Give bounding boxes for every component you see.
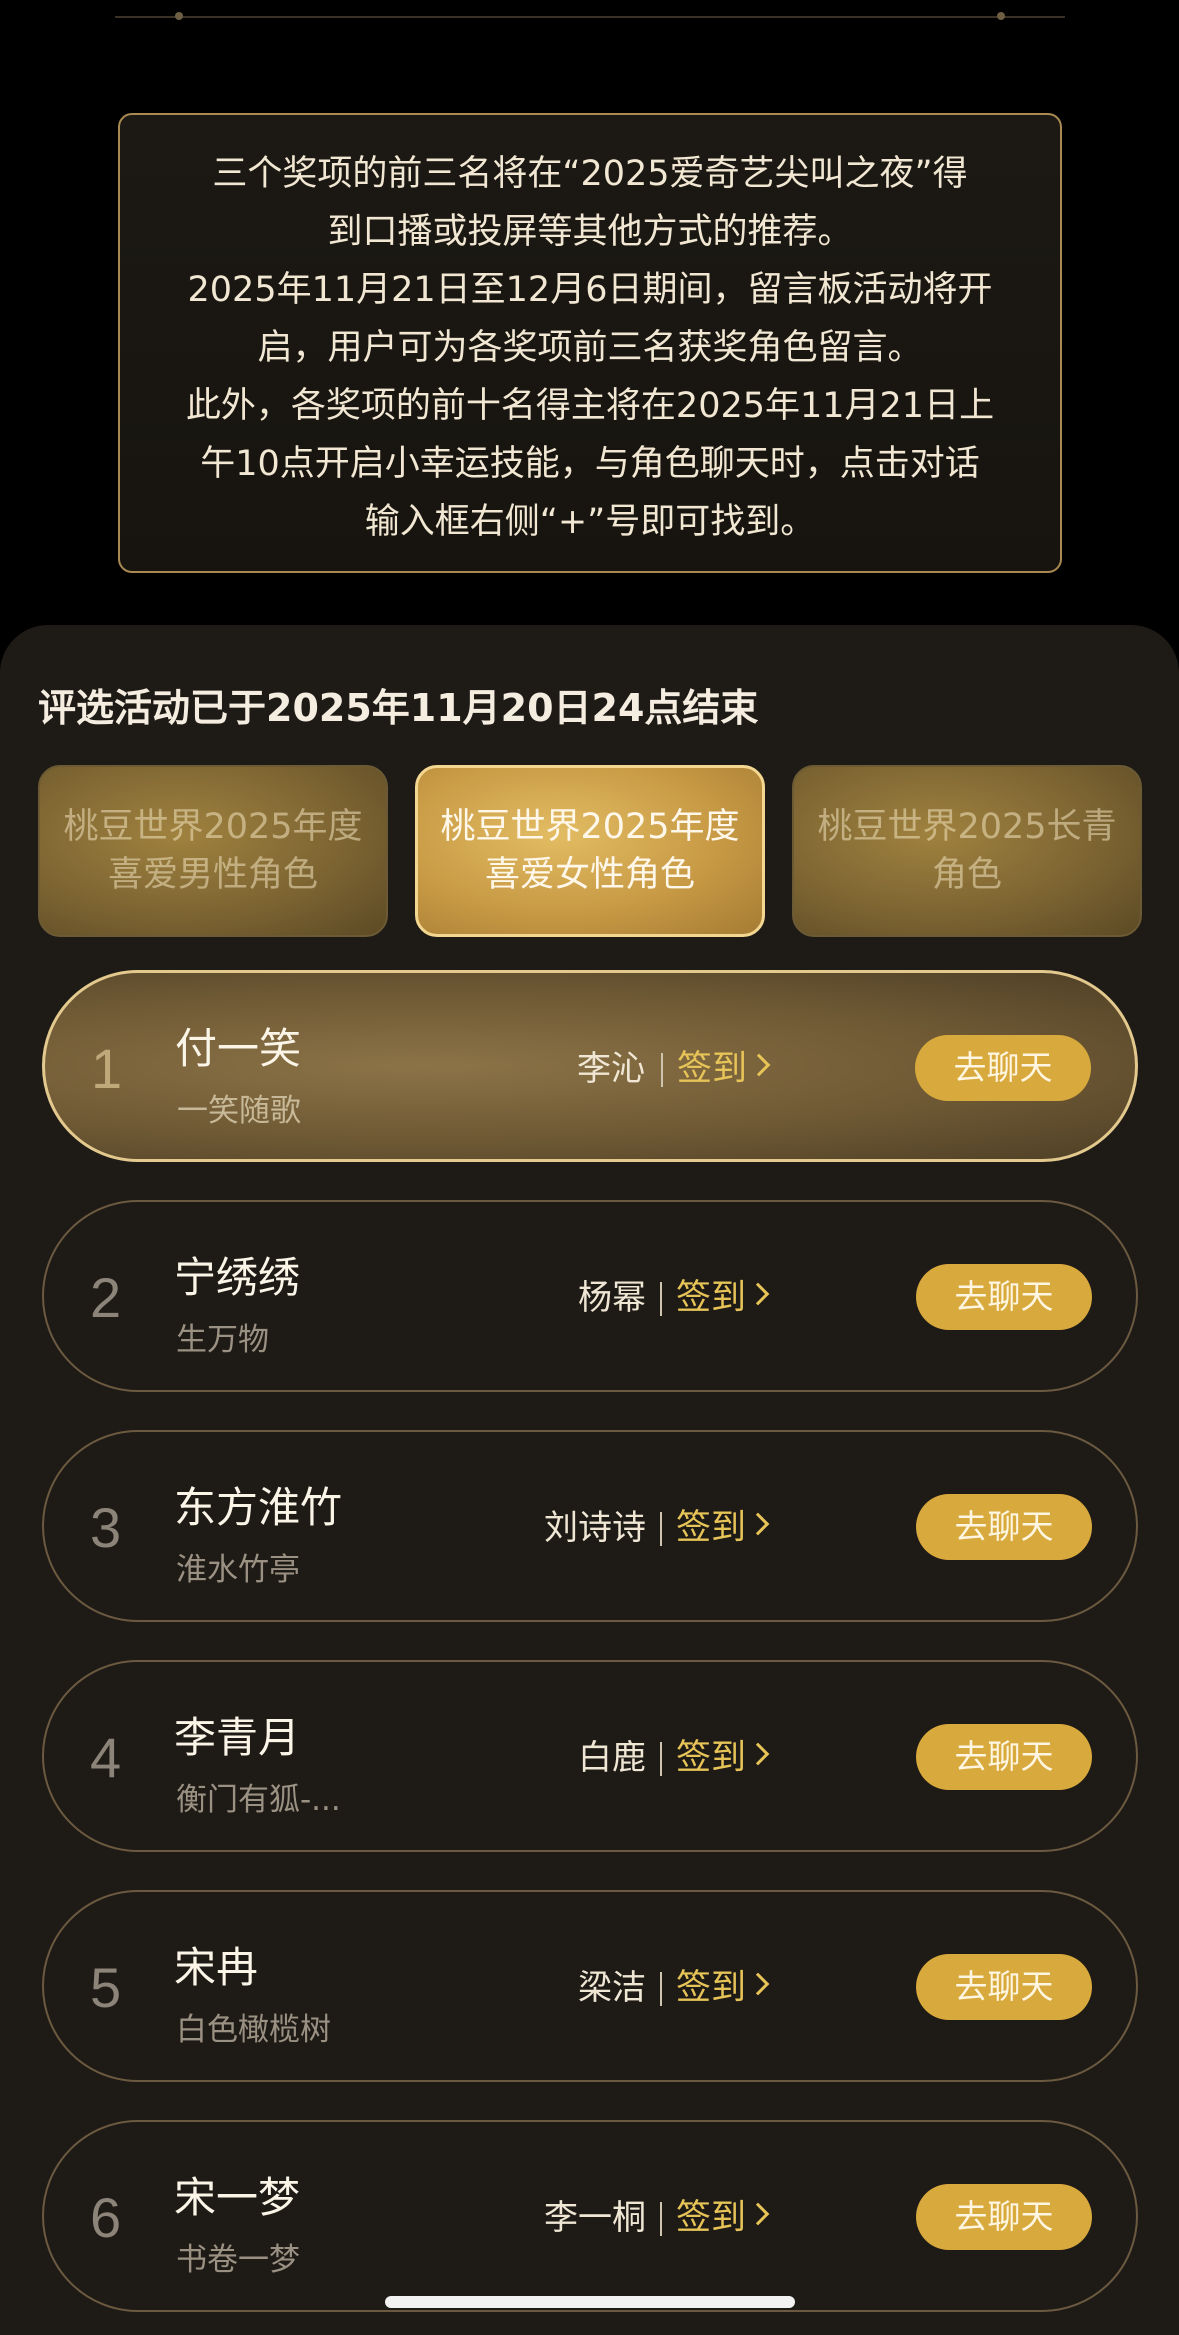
home-indicator[interactable] (385, 2296, 795, 2308)
drama-title: 书卷一梦 (176, 2242, 300, 2278)
checkin-link[interactable]: 签到 (676, 1432, 746, 1624)
divider (660, 1282, 662, 1316)
tab-female-character[interactable]: 桃豆世界2025年度喜爱女性角色 (415, 765, 765, 937)
notice-line: 启，用户可为各奖项前三名获奖角色留言。 (257, 328, 923, 368)
notice-line: 此外，各奖项的前十名得主将在2025年11月21日上 (185, 386, 995, 426)
rank-row-3[interactable]: 3 东方淮竹 淮水竹亭 刘诗诗 签到 去聊天 (42, 1430, 1138, 1622)
rank-row-4[interactable]: 4 李青月 衡门有狐-... 白鹿 签到 去聊天 (42, 1660, 1138, 1852)
chat-button[interactable]: 去聊天 (916, 2184, 1092, 2250)
notice-line: 2025年11月21日至12月6日期间，留言板活动将开 (187, 270, 993, 310)
drama-title: 生万物 (176, 1322, 269, 1358)
actor-name: 白鹿 (578, 1738, 646, 1778)
ranking-panel: 评选活动已于2025年11月20日24点结束 桃豆世界2025年度喜爱男性角色 … (0, 625, 1179, 2335)
checkin-link[interactable]: 签到 (677, 973, 747, 1165)
notice-line: 午10点开启小幸运技能，与角色聊天时，点击对话 (200, 444, 980, 484)
chevron-right-icon (746, 2202, 770, 2226)
divider (660, 1512, 662, 1546)
character-name: 东方淮竹 (174, 1483, 343, 1532)
chat-button[interactable]: 去聊天 (916, 1264, 1092, 1330)
character-name: 李青月 (174, 1713, 301, 1762)
chevron-right-icon (746, 1972, 770, 1996)
actor-name: 刘诗诗 (544, 1508, 646, 1548)
divider (661, 1053, 663, 1087)
actor-name: 杨幂 (578, 1278, 646, 1318)
rank-row-6[interactable]: 6 宋一梦 书卷一梦 李一桐 签到 去聊天 (42, 2120, 1138, 2312)
tab-evergreen-character[interactable]: 桃豆世界2025长青角色 (792, 765, 1142, 937)
chevron-right-icon (746, 1282, 770, 1306)
notice-line: 三个奖项的前三名将在“2025爱奇艺尖叫之夜”得 (212, 154, 968, 194)
rank-number: 2 (90, 1266, 122, 1329)
rank-row-1[interactable]: 1 付一笑 一笑随歌 李沁 签到 去聊天 (42, 970, 1138, 1162)
rank-number: 4 (90, 1726, 122, 1789)
rank-number: 6 (90, 2186, 122, 2249)
divider (660, 1742, 662, 1776)
drama-title: 白色橄榄树 (176, 2012, 331, 2048)
notice-line: 到口播或投屏等其他方式的推荐。 (327, 212, 853, 252)
character-name: 宁绣绣 (174, 1253, 301, 1302)
checkin-link[interactable]: 签到 (676, 2122, 746, 2314)
character-name: 宋一梦 (174, 2173, 301, 2222)
chevron-right-icon (747, 1053, 771, 1077)
chat-button[interactable]: 去聊天 (916, 1954, 1092, 2020)
checkin-link[interactable]: 签到 (676, 1892, 746, 2084)
chevron-right-icon (746, 1512, 770, 1536)
drama-title: 一笑随歌 (177, 1093, 301, 1129)
divider (660, 2202, 662, 2236)
chevron-right-icon (746, 1742, 770, 1766)
rank-row-2[interactable]: 2 宁绣绣 生万物 杨幂 签到 去聊天 (42, 1200, 1138, 1392)
chat-button[interactable]: 去聊天 (915, 1035, 1091, 1101)
category-tabs: 桃豆世界2025年度喜爱男性角色 桃豆世界2025年度喜爱女性角色 桃豆世界20… (38, 765, 1142, 937)
top-decoration (115, 0, 1065, 20)
divider (660, 1972, 662, 2006)
tab-male-character[interactable]: 桃豆世界2025年度喜爱男性角色 (38, 765, 388, 937)
character-name: 宋冉 (174, 1943, 259, 1992)
actor-name: 李一桐 (544, 2198, 646, 2238)
drama-title: 淮水竹亭 (176, 1552, 300, 1588)
rank-number: 5 (90, 1956, 122, 2019)
chat-button[interactable]: 去聊天 (916, 1724, 1092, 1790)
checkin-link[interactable]: 签到 (676, 1662, 746, 1854)
actor-name: 李沁 (577, 1049, 645, 1089)
rank-number: 1 (91, 1037, 123, 1100)
voting-ended-status: 评选活动已于2025年11月20日24点结束 (38, 686, 759, 730)
chat-button[interactable]: 去聊天 (916, 1494, 1092, 1560)
character-name: 付一笑 (175, 1024, 302, 1073)
drama-title: 衡门有狐-... (176, 1782, 341, 1818)
checkin-link[interactable]: 签到 (676, 1202, 746, 1394)
rules-notice-box: 三个奖项的前三名将在“2025爱奇艺尖叫之夜”得 到口播或投屏等其他方式的推荐。… (118, 113, 1062, 573)
notice-line: 输入框右侧“+”号即可找到。 (364, 502, 816, 542)
rank-row-5[interactable]: 5 宋冉 白色橄榄树 梁洁 签到 去聊天 (42, 1890, 1138, 2082)
rank-number: 3 (90, 1496, 122, 1559)
actor-name: 梁洁 (578, 1968, 646, 2008)
